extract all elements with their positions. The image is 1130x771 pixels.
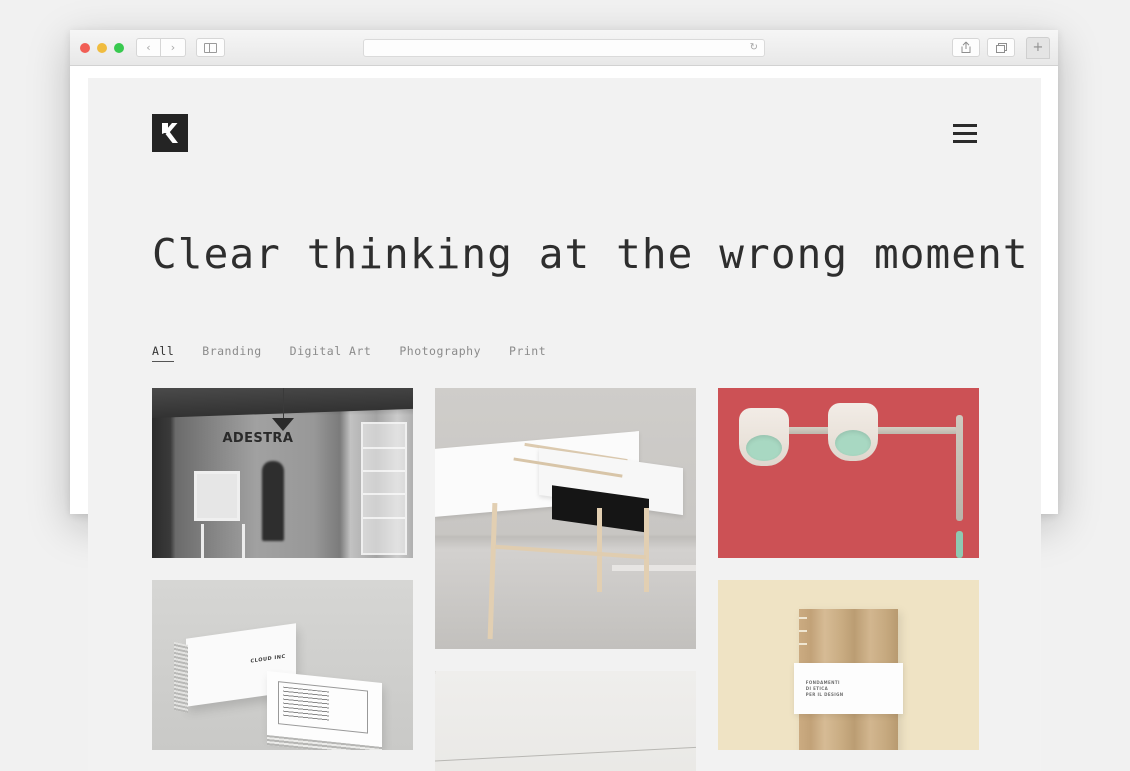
hamburger-bar-1 — [953, 123, 977, 127]
portfolio-item-red-lamps[interactable] — [718, 388, 979, 558]
titlebar-right-controls: + — [952, 36, 1050, 59]
desk-leg-1 — [487, 502, 498, 639]
portfolio-column-1: ADESTRA CLOUD INC — [152, 388, 413, 750]
filter-digital-art[interactable]: Digital Art — [290, 344, 372, 362]
pendant-cord — [282, 388, 284, 420]
lamp-head-left — [738, 408, 789, 467]
tabs-overview-icon — [995, 42, 1007, 53]
portfolio-column-3: FONDAMENTI DI ETICA PER IL DESIGN — [718, 388, 979, 750]
lamp-head-right — [827, 403, 878, 462]
book-paper-band: FONDAMENTI DI ETICA PER IL DESIGN — [793, 663, 904, 715]
bookshelf-shape — [361, 422, 407, 555]
person-silhouette — [261, 461, 284, 542]
easel-shape — [193, 471, 240, 522]
window-controls — [80, 42, 124, 53]
tabs-overview-button[interactable] — [987, 38, 1015, 57]
new-tab-label: + — [1032, 40, 1044, 55]
hero-headline: Clear thinking at the wrong moment can s… — [152, 220, 1041, 288]
share-icon — [961, 41, 971, 53]
filter-print[interactable]: Print — [509, 344, 546, 362]
lamp-arm-tip — [956, 530, 964, 558]
filter-all[interactable]: All — [152, 344, 175, 362]
navigation-buttons: ‹ › — [136, 38, 186, 57]
filter-photography[interactable]: Photography — [399, 344, 481, 362]
forward-chevron-icon: › — [170, 41, 176, 54]
desk-leg-2 — [596, 508, 602, 592]
site-logo[interactable] — [152, 114, 188, 152]
filter-branding[interactable]: Branding — [202, 344, 261, 362]
portfolio-item-white-desk[interactable] — [435, 388, 696, 649]
portfolio-item-business-cards[interactable]: CLOUD INC — [152, 580, 413, 750]
card-text-lines — [282, 686, 329, 722]
browser-titlebar: ‹ › ↻ + — [70, 30, 1058, 66]
wall-skirting — [612, 565, 696, 572]
website-viewport: Clear thinking at the wrong moment can s… — [88, 78, 1041, 771]
back-chevron-icon: ‹ — [146, 41, 151, 54]
pendant-lamp-icon — [271, 418, 294, 431]
back-button[interactable]: ‹ — [136, 38, 161, 57]
hamburger-menu-button[interactable] — [953, 123, 977, 143]
site-header — [152, 78, 977, 188]
desk-cross-brace — [495, 544, 647, 560]
portfolio-item-wood-book[interactable]: FONDAMENTI DI ETICA PER IL DESIGN — [718, 580, 979, 750]
portfolio-filter-nav: All Branding Digital Art Photography Pri… — [152, 344, 977, 362]
address-bar[interactable]: ↻ — [363, 38, 765, 57]
portfolio-column-2 — [435, 388, 696, 771]
marble-vein-1 — [435, 743, 696, 763]
close-window-button[interactable] — [80, 42, 90, 53]
new-tab-button[interactable]: + — [1026, 36, 1050, 59]
toggle-sidebar-button[interactable] — [196, 38, 225, 57]
share-button[interactable] — [952, 38, 980, 57]
lamp-arm-vertical — [956, 415, 964, 521]
desk-leg-3 — [643, 508, 649, 592]
studio-wall-text: ADESTRA — [222, 431, 294, 447]
portfolio-grid: ADESTRA CLOUD INC FONDAMENTI DI ETICA PE… — [152, 388, 979, 771]
site-content: Clear thinking at the wrong moment can s… — [88, 78, 1041, 771]
minimize-window-button[interactable] — [97, 42, 107, 53]
hamburger-bar-2 — [953, 131, 977, 135]
card-stack-flat — [266, 670, 382, 748]
maximize-window-button[interactable] — [114, 42, 124, 53]
portfolio-item-marble[interactable] — [435, 671, 696, 771]
card-brand-text: CLOUD INC — [250, 653, 286, 665]
forward-button[interactable]: › — [161, 38, 186, 57]
k-logo-icon — [162, 123, 178, 143]
hamburger-bar-3 — [953, 139, 977, 143]
portfolio-item-art-studio[interactable]: ADESTRA — [152, 388, 413, 558]
headline-text: Clear thinking at the wrong moment can s… — [152, 230, 1041, 278]
reload-icon[interactable]: ↻ — [750, 42, 758, 53]
sidebar-icon — [204, 42, 217, 53]
book-band-text: FONDAMENTI DI ETICA PER IL DESIGN — [805, 679, 844, 697]
